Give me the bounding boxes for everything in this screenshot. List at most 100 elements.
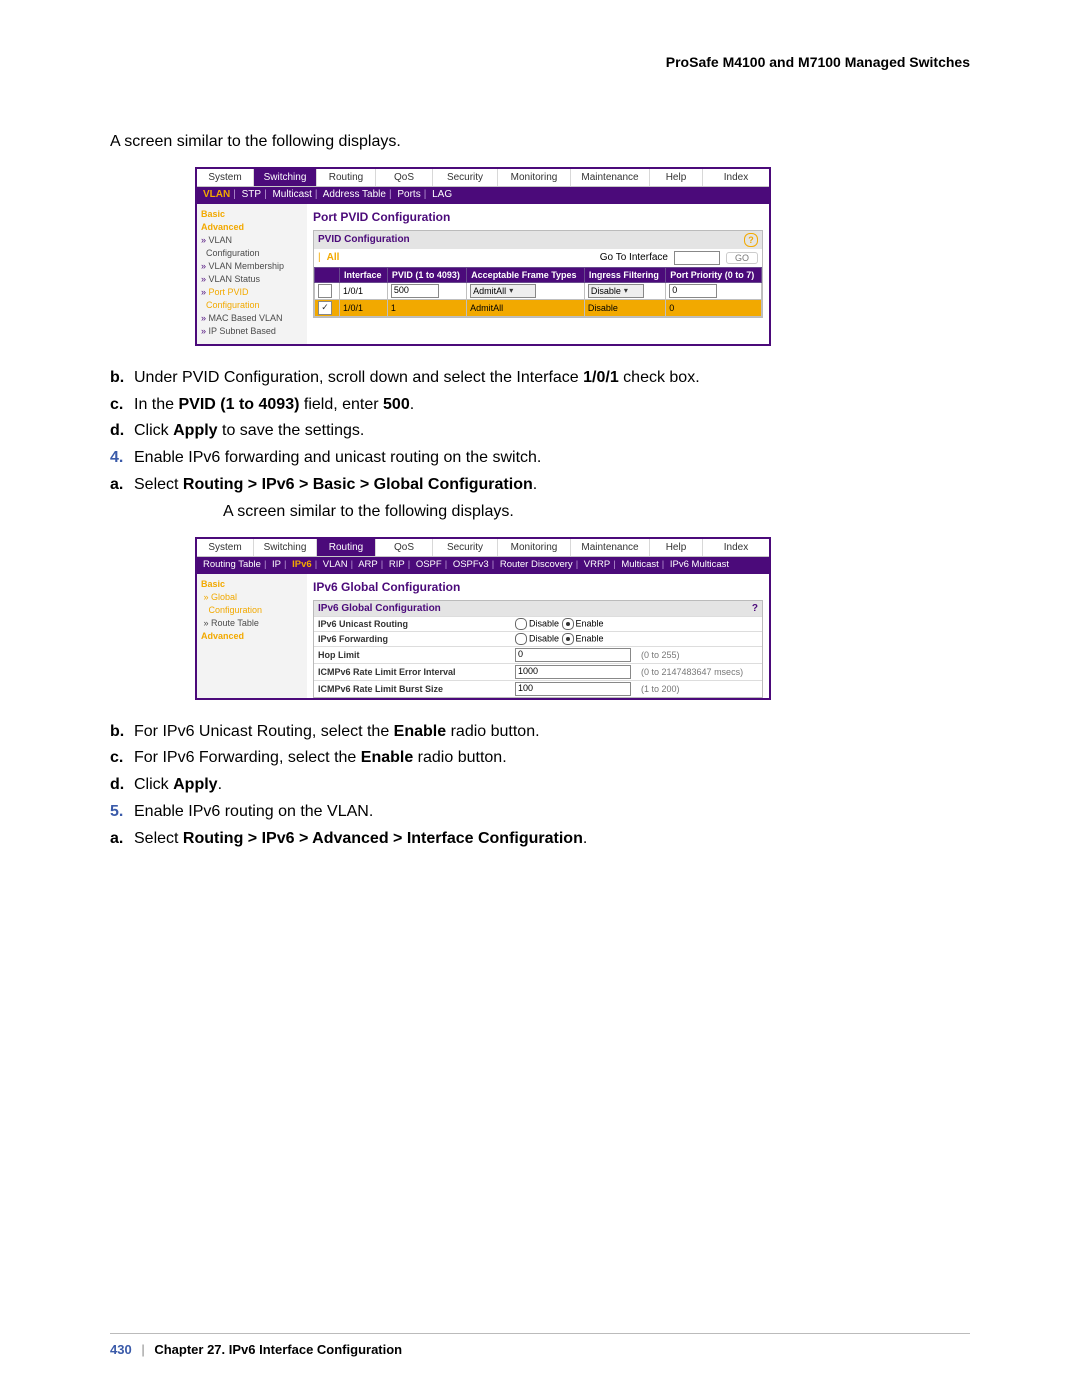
tab-routing[interactable]: Routing <box>317 169 376 186</box>
goto-label: Go To Interface <box>600 252 668 263</box>
sn-ip[interactable]: IP <box>272 559 281 570</box>
tab-switching[interactable]: Switching <box>254 169 317 186</box>
table-row[interactable]: 1/0/1 500 AdmitAll Disable 0 <box>315 282 762 299</box>
radio-enable[interactable] <box>562 618 574 630</box>
tab-qos[interactable]: QoS <box>376 169 433 186</box>
sn-rip[interactable]: RIP <box>389 559 405 570</box>
ss1-sidebar: Basic Advanced VLAN Configuration VLAN M… <box>197 204 307 344</box>
sidebar-item-macvlan[interactable]: MAC Based VLAN <box>201 312 301 325</box>
sn-routingtable[interactable]: Routing Table <box>203 559 261 570</box>
sidebar-item-route[interactable]: » Route Table <box>201 617 301 630</box>
sidebar-advanced[interactable]: Advanced <box>201 630 301 643</box>
ss2-sidebar: Basic » Global Configuration » Route Tab… <box>197 574 307 698</box>
cell-interface: 1/0/1 <box>340 282 388 299</box>
tab-system[interactable]: System <box>197 539 254 556</box>
sidebar-advanced[interactable]: Advanced <box>201 221 301 234</box>
row-checkbox[interactable] <box>318 284 332 298</box>
sn-ospf[interactable]: OSPF <box>416 559 442 570</box>
subnav-ports[interactable]: Ports <box>397 189 420 200</box>
radio-disable[interactable] <box>515 633 527 645</box>
cell-interface: 1/0/1 <box>340 299 388 316</box>
subnav-addresstable[interactable]: Address Table <box>323 189 386 200</box>
sn-vrrp[interactable]: VRRP <box>584 559 610 570</box>
sidebar-item-global[interactable]: » Global Configuration <box>201 591 301 617</box>
cell-aft: AdmitAll <box>467 299 585 316</box>
tab-help[interactable]: Help <box>650 539 703 556</box>
page-number: 430 <box>110 1342 132 1357</box>
intro-text-2: A screen similar to the following displa… <box>223 500 970 525</box>
cell-pri: 0 <box>666 299 762 316</box>
pri-input[interactable]: 0 <box>669 284 717 298</box>
ing-select[interactable]: Disable <box>588 284 644 298</box>
tab-qos[interactable]: QoS <box>376 539 433 556</box>
step-d: d.Click Apply to save the settings. <box>110 419 970 444</box>
screenshot-ipv6-global: System Switching Routing QoS Security Mo… <box>195 537 771 700</box>
subnav-lag[interactable]: LAG <box>432 189 452 200</box>
all-label[interactable]: All <box>327 252 340 263</box>
sidebar-basic[interactable]: Basic <box>201 208 301 221</box>
sn-ipv6multicast[interactable]: IPv6 Multicast <box>670 559 729 570</box>
ss2-box-title: IPv6 Global Configuration <box>318 603 441 614</box>
hop-limit-input[interactable]: 0 <box>515 648 631 662</box>
page-footer: 430 | Chapter 27. IPv6 Interface Configu… <box>110 1333 970 1357</box>
help-icon[interactable]: ? <box>752 603 758 614</box>
screenshot-pvid-config: System Switching Routing QoS Security Mo… <box>195 167 771 346</box>
tab-monitoring[interactable]: Monitoring <box>498 539 571 556</box>
tab-maintenance[interactable]: Maintenance <box>571 539 650 556</box>
row-unicast-routing: IPv6 Unicast Routing Disable Enable <box>314 616 762 631</box>
step-4: 4.Enable IPv6 forwarding and unicast rou… <box>110 446 970 471</box>
chapter-title: Chapter 27. IPv6 Interface Configuration <box>154 1342 402 1357</box>
tab-security[interactable]: Security <box>433 169 498 186</box>
radio-disable[interactable] <box>515 618 527 630</box>
icmp-burst-input[interactable]: 100 <box>515 682 631 696</box>
tab-maintenance[interactable]: Maintenance <box>571 169 650 186</box>
step-5a: a.Select Routing > IPv6 > Advanced > Int… <box>110 827 970 852</box>
row-icmp-interval: ICMPv6 Rate Limit Error Interval 1000 (0… <box>314 663 762 680</box>
sn-multicast[interactable]: Multicast <box>621 559 658 570</box>
sidebar-basic[interactable]: Basic <box>201 578 301 591</box>
tab-routing[interactable]: Routing <box>317 539 376 556</box>
ss1-title: Port PVID Configuration <box>313 210 769 230</box>
go-button[interactable]: GO <box>726 252 758 264</box>
step-c2: c.For IPv6 Forwarding, select the Enable… <box>110 746 970 771</box>
row-forwarding: IPv6 Forwarding Disable Enable <box>314 631 762 646</box>
step-5: 5.Enable IPv6 routing on the VLAN. <box>110 800 970 825</box>
sn-vlan[interactable]: VLAN <box>323 559 348 570</box>
step-d2: d.Click Apply. <box>110 773 970 798</box>
icmp-interval-input[interactable]: 1000 <box>515 665 631 679</box>
tab-switching[interactable]: Switching <box>254 539 317 556</box>
radio-enable[interactable] <box>562 633 574 645</box>
row-checkbox-checked[interactable] <box>318 301 332 315</box>
table-header-row: Interface PVID (1 to 4093) Acceptable Fr… <box>315 267 762 282</box>
ss2-subnav: Routing Table| IP| IPv6| VLAN| ARP| RIP|… <box>197 557 769 574</box>
sn-ospfv3[interactable]: OSPFv3 <box>453 559 489 570</box>
subnav-stp[interactable]: STP <box>242 189 261 200</box>
sidebar-item-vlanstatus[interactable]: VLAN Status <box>201 273 301 286</box>
step-b2: b.For IPv6 Unicast Routing, select the E… <box>110 720 970 745</box>
cell-pvid: 1 <box>387 299 466 316</box>
sidebar-item-vlanmember[interactable]: VLAN Membership <box>201 260 301 273</box>
tab-index[interactable]: Index <box>703 169 769 186</box>
pvid-table: Interface PVID (1 to 4093) Acceptable Fr… <box>314 267 762 317</box>
subnav-multicast[interactable]: Multicast <box>272 189 311 200</box>
tab-index[interactable]: Index <box>703 539 769 556</box>
tab-security[interactable]: Security <box>433 539 498 556</box>
aft-select[interactable]: AdmitAll <box>470 284 536 298</box>
tab-system[interactable]: System <box>197 169 254 186</box>
sidebar-item-portpvid[interactable]: Port PVID Configuration <box>201 286 301 312</box>
sn-rd[interactable]: Router Discovery <box>500 559 573 570</box>
help-icon[interactable]: ? <box>744 233 758 247</box>
sidebar-item-vlanconf[interactable]: VLAN Configuration <box>201 234 301 260</box>
tab-monitoring[interactable]: Monitoring <box>498 169 571 186</box>
step-b: b.Under PVID Configuration, scroll down … <box>110 366 970 391</box>
subnav-vlan[interactable]: VLAN <box>203 189 230 200</box>
goto-input[interactable] <box>674 251 720 265</box>
sn-arp[interactable]: ARP <box>358 559 378 570</box>
ss1-box-title: PVID Configuration <box>318 234 410 245</box>
sn-ipv6[interactable]: IPv6 <box>292 559 312 570</box>
table-row-selected[interactable]: 1/0/1 1 AdmitAll Disable 0 <box>315 299 762 316</box>
tab-help[interactable]: Help <box>650 169 703 186</box>
cell-ing: Disable <box>584 299 665 316</box>
sidebar-item-ipsubnet[interactable]: IP Subnet Based <box>201 325 301 338</box>
pvid-input[interactable]: 500 <box>391 284 439 298</box>
